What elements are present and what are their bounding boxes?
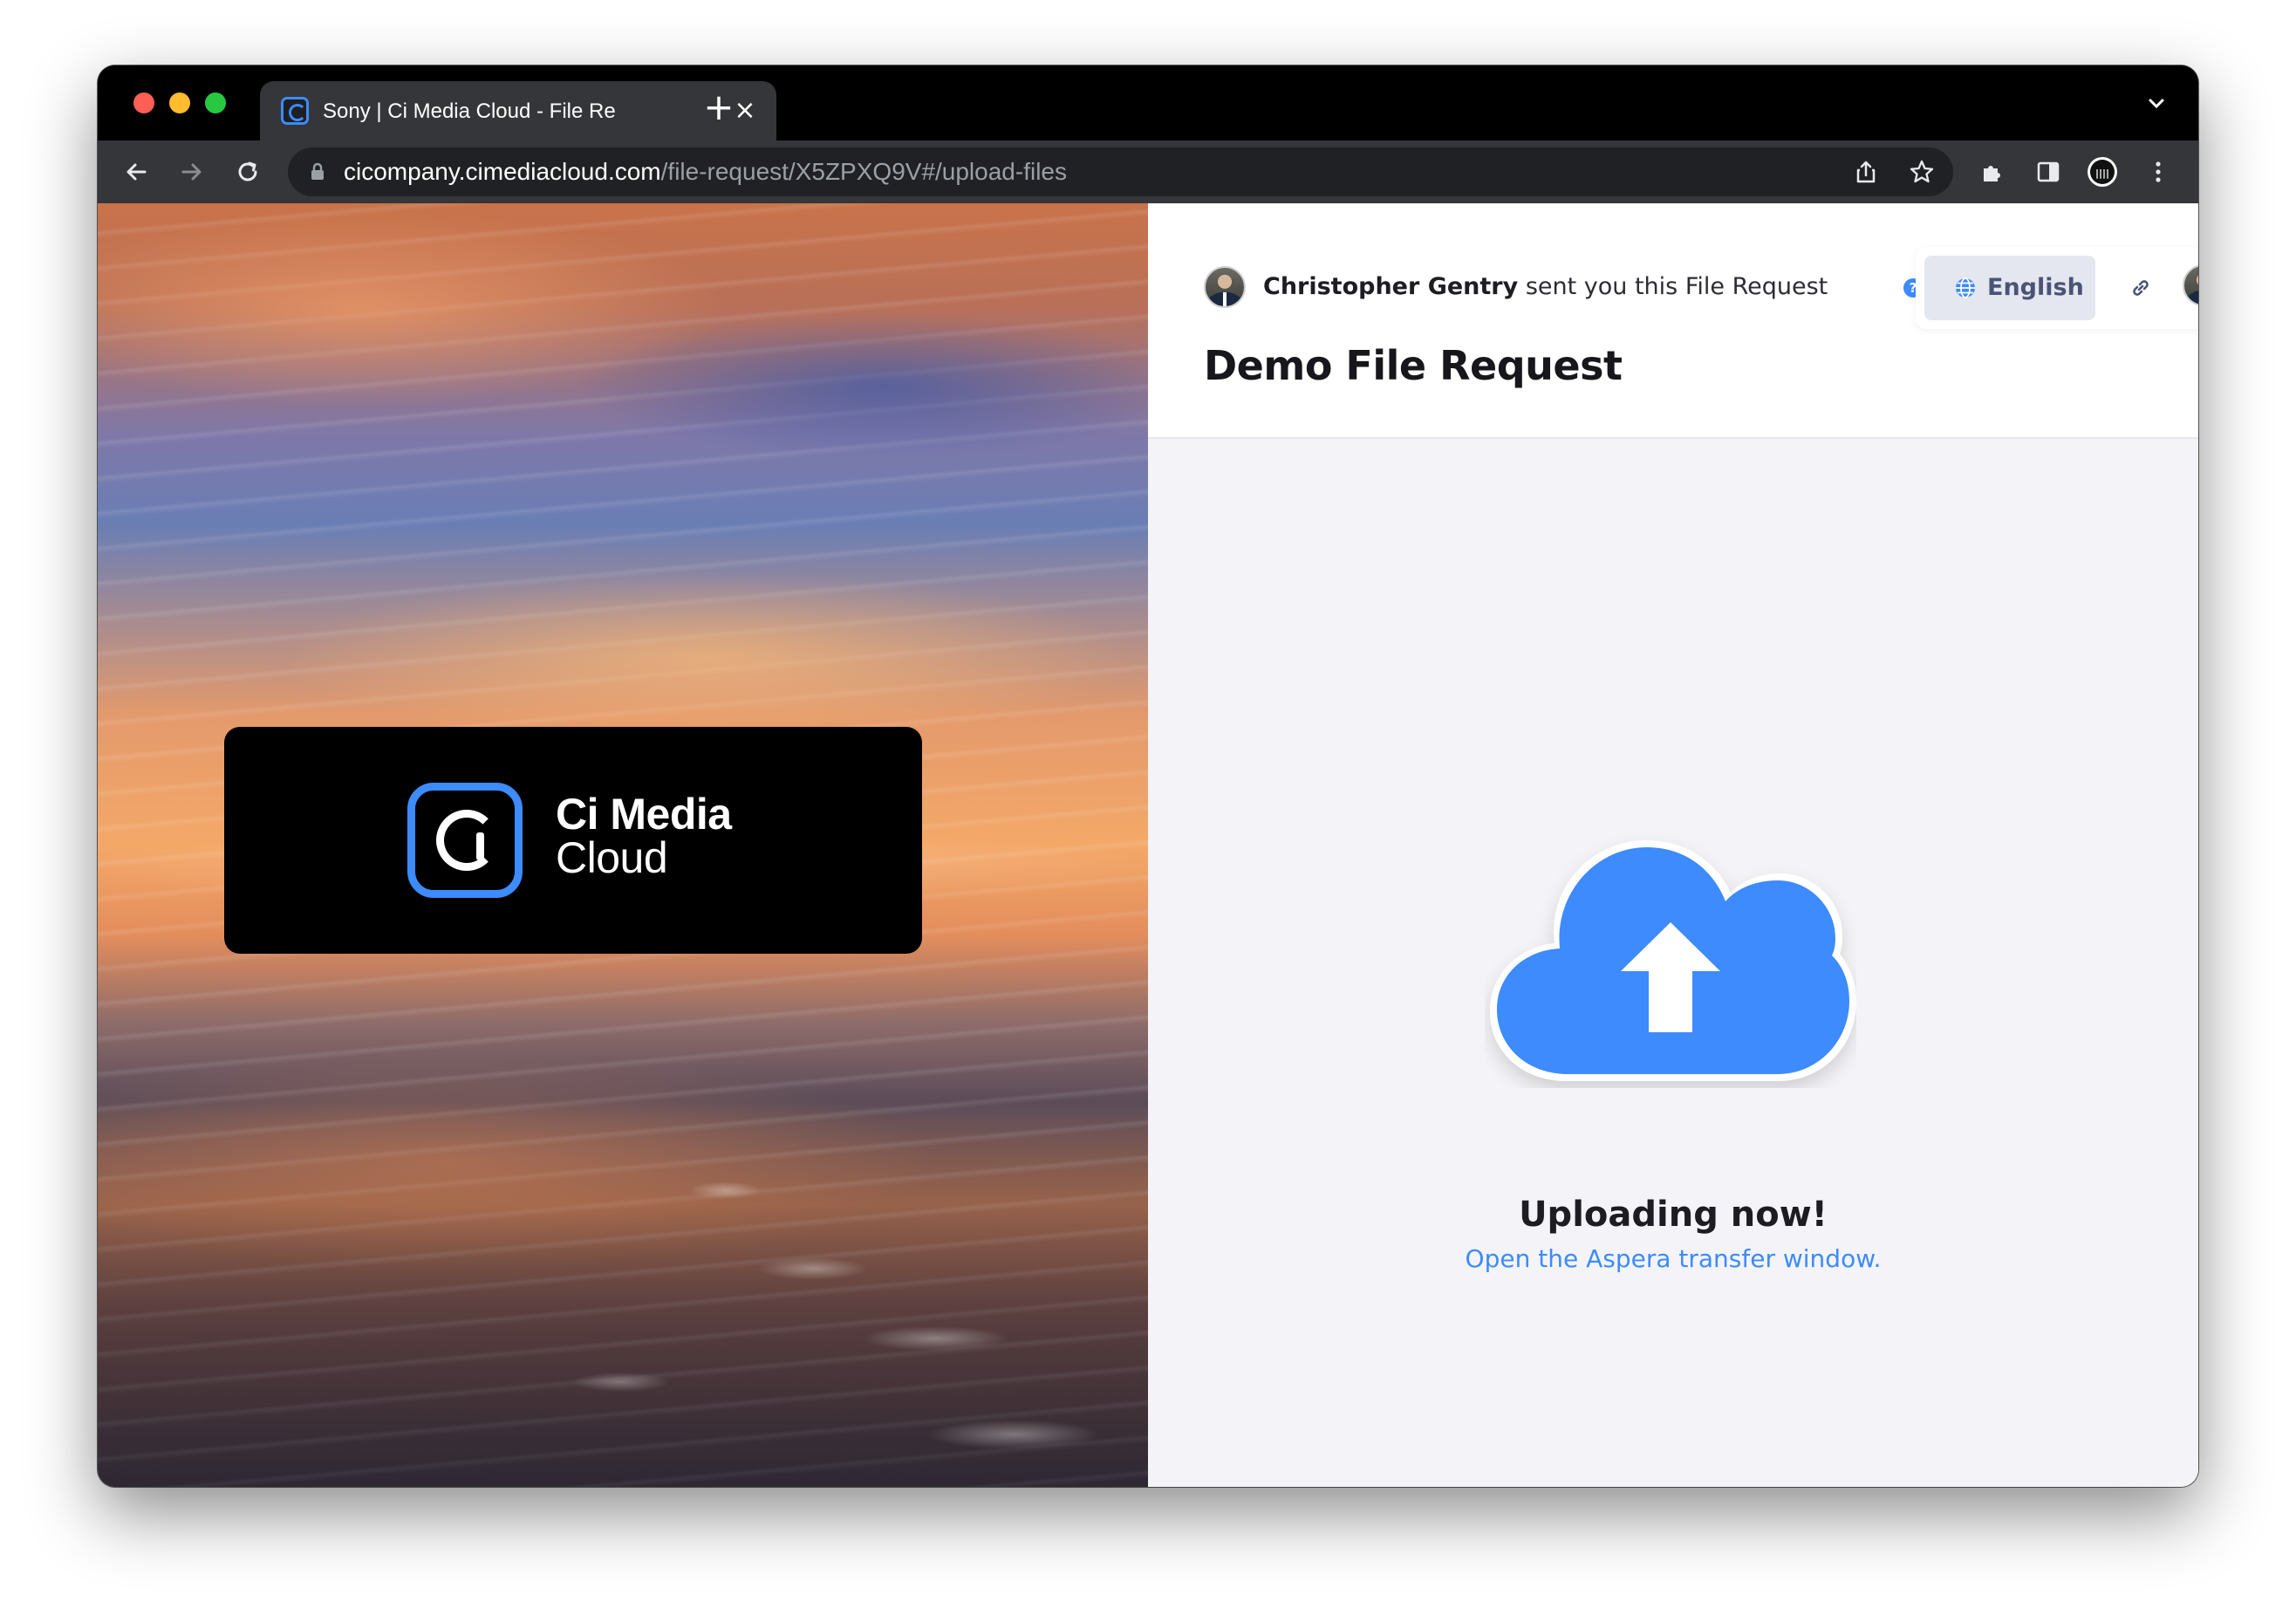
- tab-search-chevron-icon[interactable]: [2144, 92, 2169, 116]
- share-icon[interactable]: [1850, 156, 1882, 188]
- zoom-window-button[interactable]: [205, 92, 226, 113]
- side-panel-icon[interactable]: [2033, 156, 2064, 188]
- url-text[interactable]: cicompany.cimediacloud.com/file-request/…: [344, 147, 1067, 196]
- file-request-panel: Christopher Gentry sent you this File Re…: [1148, 203, 2198, 1487]
- sender-line: Christopher Gentry sent you this File Re…: [1263, 270, 1828, 305]
- address-bar[interactable]: cicompany.cimediacloud.com/file-request/…: [288, 147, 1953, 196]
- reload-icon[interactable]: [232, 156, 263, 188]
- sender-name: Christopher Gentry: [1263, 273, 1519, 300]
- extensions-icon[interactable]: [1977, 156, 2008, 188]
- new-tab-button[interactable]: +: [700, 89, 738, 128]
- tab-strip: Sony | Ci Media Cloud - File Re × +: [98, 65, 2198, 140]
- language-label: English: [1987, 274, 2084, 301]
- svg-text:||||: ||||: [2095, 168, 2109, 179]
- url-path: /file-request/X5ZPXQ9V#/upload-files: [660, 158, 1067, 185]
- logo-text-line2: Cloud: [556, 833, 668, 882]
- browser-toolbar: cicompany.cimediacloud.com/file-request/…: [98, 140, 2198, 203]
- bookmark-star-icon[interactable]: [1906, 156, 1937, 188]
- lock-icon[interactable]: [307, 161, 328, 182]
- more-menu-icon[interactable]: [2142, 156, 2174, 188]
- minimize-window-button[interactable]: [169, 92, 190, 113]
- back-icon[interactable]: [120, 156, 152, 188]
- language-selector-button[interactable]: English: [1924, 256, 2095, 320]
- page-title: Demo File Request: [1204, 342, 1623, 389]
- header-actions: English: [1916, 247, 2198, 329]
- copy-link-button[interactable]: [2115, 262, 2167, 314]
- hero-beach-sunset-image: Ci Media Cloud: [98, 203, 1148, 1487]
- forward-icon[interactable]: [176, 156, 208, 188]
- upload-status-title: Uploading now!: [1519, 1195, 1828, 1235]
- ci-logo-mark-icon: [407, 783, 523, 898]
- link-icon: [2133, 280, 2149, 296]
- open-aspera-link[interactable]: Open the Aspera transfer window.: [1148, 1242, 2198, 1277]
- sender-avatar: [1204, 266, 1246, 308]
- upload-cloud-icon: [1485, 826, 1856, 1088]
- ci-media-cloud-logo: Ci Media Cloud: [224, 727, 922, 954]
- close-window-button[interactable]: [133, 92, 154, 113]
- logo-text-line1: Ci Media: [556, 790, 732, 839]
- request-header: Christopher Gentry sent you this File Re…: [1148, 203, 2198, 439]
- browser-window: Sony | Ci Media Cloud - File Re × + cico…: [98, 65, 2198, 1487]
- page-content: Ci Media Cloud Christopher Gentry sent y…: [98, 203, 2198, 1487]
- user-avatar[interactable]: [2183, 264, 2198, 306]
- tab-title: Sony | Ci Media Cloud - File Re: [323, 99, 616, 123]
- ci-media-cloud-favicon-icon: [281, 97, 309, 125]
- url-host: cicompany.cimediacloud.com: [344, 158, 661, 185]
- sender-text: sent you this File Request: [1518, 273, 1828, 300]
- globe-icon: [1954, 277, 1977, 299]
- profile-icon[interactable]: ||||: [2087, 156, 2118, 188]
